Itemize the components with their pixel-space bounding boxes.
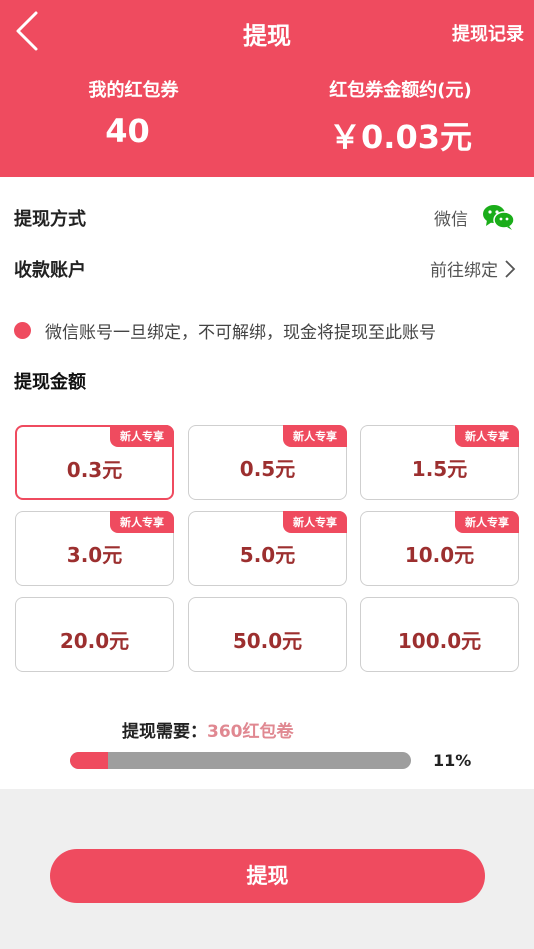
amount-option[interactable]: 50.0元 <box>188 597 347 672</box>
new-user-tag: 新人专享 <box>110 425 174 447</box>
amount-option-value: 1.5元 <box>411 457 468 481</box>
new-user-tag: 新人专享 <box>455 511 519 533</box>
account-value: 前往绑定 <box>430 261 498 281</box>
amount-option-value: 5.0元 <box>239 543 296 567</box>
account-label: 收款账户 <box>14 260 86 281</box>
amount-value: ￥0.03元 <box>329 118 472 156</box>
amount-option[interactable]: 新人专享 0.5元 <box>188 425 347 500</box>
amount-option[interactable]: 新人专享 0.3元 <box>15 425 174 500</box>
new-user-tag: 新人专享 <box>283 425 347 447</box>
coupon-label: 我的红包券 <box>88 80 179 101</box>
withdraw-record-link[interactable]: 提现记录 <box>452 20 524 46</box>
method-value: 微信 <box>434 209 468 230</box>
requirement-text: 提现需要：360红包卷 <box>122 717 294 742</box>
notice-text: 微信账号一旦绑定，不可解绑，现金将提现至此账号 <box>45 323 436 343</box>
new-user-tag: 新人专享 <box>455 425 519 447</box>
amount-section-title: 提现金额 <box>14 372 86 393</box>
bind-account-link[interactable]: 前往绑定 <box>430 256 516 281</box>
method-selector[interactable]: 微信 <box>434 203 516 231</box>
amount-option-value: 0.5元 <box>239 457 296 481</box>
amount-option-value: 10.0元 <box>404 543 475 567</box>
amount-option-value: 100.0元 <box>397 629 482 653</box>
amount-option[interactable]: 20.0元 <box>15 597 174 672</box>
wechat-icon <box>483 205 515 230</box>
amount-option[interactable]: 新人专享 1.5元 <box>360 425 519 500</box>
progress-bar-fill <box>70 752 108 769</box>
progress-bar <box>70 752 411 769</box>
new-user-tag: 新人专享 <box>283 511 347 533</box>
amount-option[interactable]: 新人专享 5.0元 <box>188 511 347 586</box>
amount-option-value: 0.3元 <box>66 458 123 482</box>
amount-option-value: 50.0元 <box>232 629 303 653</box>
amount-option-value: 20.0元 <box>59 629 130 653</box>
requirement-label: 提现需要： <box>122 722 207 742</box>
amount-option[interactable]: 新人专享 10.0元 <box>360 511 519 586</box>
chevron-right-icon <box>505 259 516 278</box>
header-bar: 提现 提现记录 我的红包券 40 红包券金额约(元) ￥0.03元 <box>0 0 534 177</box>
amount-option-value: 3.0元 <box>66 543 123 567</box>
withdraw-submit-button[interactable]: 提现 <box>50 849 485 903</box>
requirement-value: 360红包卷 <box>207 722 294 742</box>
notice-dot-icon <box>14 322 31 339</box>
withdraw-panel: 提现方式 微信 收款账户 前往绑定 微信账号一旦绑定，不可解绑，现金将提现至此账… <box>0 177 534 789</box>
progress-percent: 11% <box>433 751 472 770</box>
amount-label: 红包券金额约(元) <box>329 80 472 101</box>
amount-option[interactable]: 新人专享 3.0元 <box>15 511 174 586</box>
method-label: 提现方式 <box>14 209 86 230</box>
bind-notice: 微信账号一旦绑定，不可解绑，现金将提现至此账号 <box>14 318 436 343</box>
amount-option[interactable]: 100.0元 <box>360 597 519 672</box>
coupon-count: 40 <box>105 112 150 150</box>
new-user-tag: 新人专享 <box>110 511 174 533</box>
